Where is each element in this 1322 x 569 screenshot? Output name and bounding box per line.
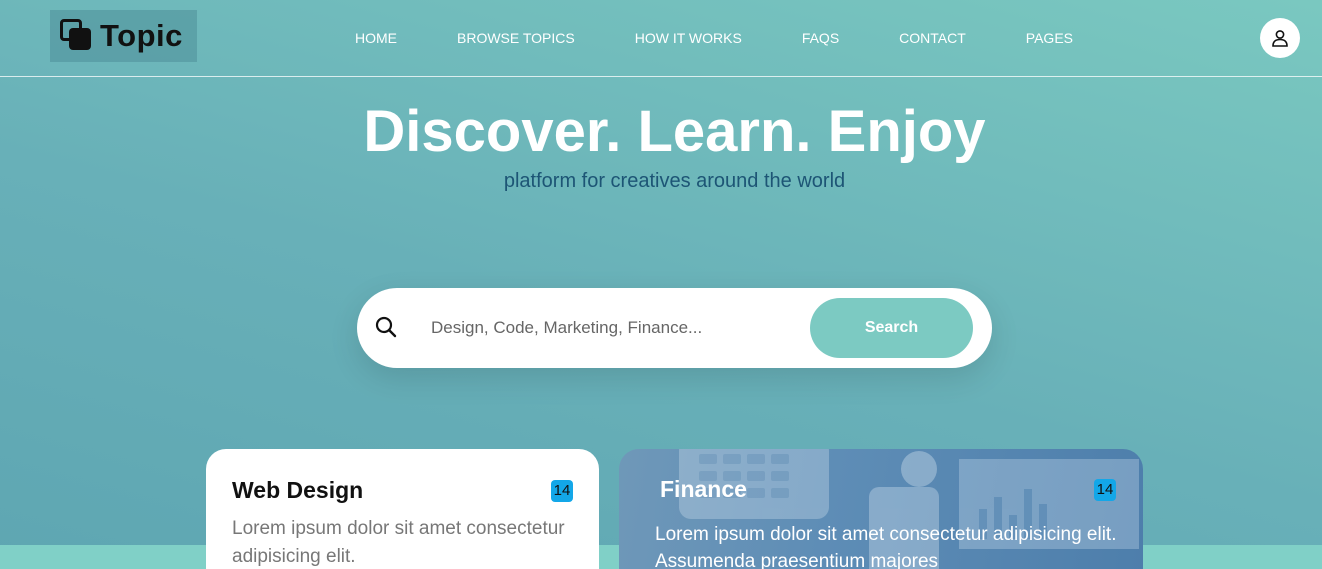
profile-button[interactable]: [1260, 18, 1300, 58]
hero-title: Discover. Learn. Enjoy: [363, 99, 986, 164]
topic-count-badge: 14: [1094, 479, 1116, 501]
search-input[interactable]: [431, 308, 801, 348]
main-nav: HOME BROWSE TOPICS HOW IT WORKS FAQS CON…: [325, 30, 1103, 46]
topic-count-badge: 14: [551, 480, 573, 502]
card-title: Web Design: [232, 477, 364, 503]
nav-faqs[interactable]: FAQS: [772, 30, 869, 46]
user-icon: [1272, 30, 1288, 47]
nav-pages[interactable]: PAGES: [996, 30, 1103, 46]
card-title: Finance: [660, 476, 747, 502]
search-button[interactable]: Search: [810, 298, 973, 358]
nav-how-it-works[interactable]: HOW IT WORKS: [605, 30, 772, 46]
hero-subtitle: platform for creatives around the world: [503, 170, 846, 192]
card-description: Lorem ipsum dolor sit amet consectetur a…: [232, 518, 565, 567]
topic-card-web-design[interactable]: Web Design 14 Lorem ipsum dolor sit amet…: [206, 449, 599, 569]
topic-card-finance[interactable]: Finance 14 Lorem ipsum dolor sit amet co…: [619, 449, 1143, 569]
card-description: Lorem ipsum dolor sit amet consectetur a…: [655, 524, 1117, 569]
site-header: Topic HOME BROWSE TOPICS HOW IT WORKS FA…: [0, 0, 1322, 77]
nav-browse-topics[interactable]: BROWSE TOPICS: [427, 30, 605, 46]
logo-icon: [60, 19, 94, 53]
nav-contact[interactable]: CONTACT: [869, 30, 996, 46]
search-icon: [375, 316, 397, 343]
nav-home[interactable]: HOME: [325, 30, 427, 46]
search-form: Search: [357, 288, 992, 368]
brand-logo[interactable]: Topic: [50, 10, 197, 62]
brand-name: Topic: [100, 18, 183, 53]
